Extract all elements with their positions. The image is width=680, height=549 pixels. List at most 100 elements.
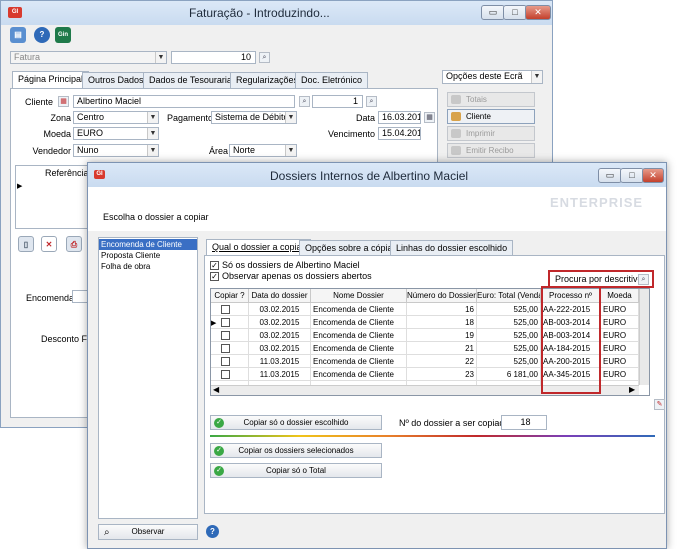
table-cell[interactable]: 525,00	[477, 329, 541, 342]
minimize-button[interactable]: ▭	[598, 168, 622, 183]
minimize-button[interactable]: ▭	[481, 5, 505, 20]
maximize-button[interactable]: □	[620, 168, 644, 183]
client-card-icon[interactable]: ▦	[58, 96, 69, 107]
emitir-recibo-button[interactable]: Emitir Recibo	[447, 143, 535, 158]
column-header[interactable]: Nome Dossier	[311, 289, 407, 303]
print-icon[interactable]: ⎙	[66, 236, 82, 252]
scroll-right-icon[interactable]: ▶	[629, 385, 635, 394]
tab-dados-tesouraria[interactable]: Dados de Tesouraria	[143, 72, 238, 88]
totais-button[interactable]: Totais	[447, 92, 535, 107]
vendedor-select[interactable]: Nuno ▼	[73, 144, 159, 157]
book-icon[interactable]: ▤	[10, 27, 26, 43]
tab-doc-eletronico[interactable]: Doc. Eletrónico	[295, 72, 369, 88]
help-icon[interactable]: ?	[206, 525, 219, 538]
column-header[interactable]: Copiar ?	[211, 289, 249, 303]
tab-pagina-principal[interactable]: Página Principal	[12, 71, 90, 88]
cliente-number-field[interactable]: 1	[312, 95, 363, 108]
pagamento-select[interactable]: Sistema de Débitos ▼	[211, 111, 297, 124]
table-cell[interactable]: 525,00	[477, 355, 541, 368]
table-cell[interactable]: 16	[407, 303, 477, 316]
cliente-field[interactable]: Albertino Maciel	[73, 95, 295, 108]
scroll-left-icon[interactable]: ◀	[213, 385, 219, 394]
table-cell[interactable]: EURO	[601, 355, 639, 368]
table-cell[interactable]: 23	[407, 368, 477, 381]
copy-cell[interactable]: ▶	[211, 316, 249, 329]
tab-opcoes-copia[interactable]: Opções sobre a cópia	[299, 240, 399, 256]
doc-type-select[interactable]: Fatura ▼	[10, 51, 167, 64]
copiar-escolhido-button[interactable]: ✓ Copiar só o dossier escolhido	[210, 415, 382, 430]
table-cell[interactable]: 22	[407, 355, 477, 368]
column-header[interactable]: Data do dossier	[249, 289, 311, 303]
tab-outros-dados[interactable]: Outros Dados	[82, 72, 150, 88]
dossier-type-list[interactable]: Encomenda de Cliente Proposta Cliente Fo…	[98, 237, 198, 519]
copy-checkbox[interactable]	[221, 357, 230, 366]
search-icon[interactable]: ⌕	[259, 52, 270, 63]
list-item[interactable]: Proposta Cliente	[99, 250, 197, 261]
table-cell[interactable]: 03.02.2015	[249, 342, 311, 355]
vertical-scrollbar[interactable]	[639, 289, 649, 385]
table-cell[interactable]: Encomenda de Cliente	[311, 303, 407, 316]
observar-button[interactable]: ⌕ Observar	[98, 524, 198, 540]
column-header[interactable]: Euro: Total (Venda)	[477, 289, 541, 303]
copy-checkbox[interactable]	[221, 370, 230, 379]
close-button[interactable]: ✕	[525, 5, 551, 20]
search-icon[interactable]: ⌕	[299, 96, 310, 107]
list-item[interactable]: Folha de obra	[99, 261, 197, 272]
table-cell[interactable]: 19	[407, 329, 477, 342]
table-cell[interactable]: EURO	[601, 329, 639, 342]
options-select[interactable]: Opções deste Ecrã ▼	[442, 70, 543, 84]
table-cell[interactable]: EURO	[601, 316, 639, 329]
close-button[interactable]: ✕	[642, 168, 664, 183]
copy-checkbox[interactable]	[221, 344, 230, 353]
table-cell[interactable]: EURO	[601, 368, 639, 381]
area-select[interactable]: Norte ▼	[229, 144, 297, 157]
search-icon[interactable]: ⌕	[366, 96, 377, 107]
table-cell[interactable]: Encomenda de Cliente	[311, 368, 407, 381]
table-cell[interactable]: 525,00	[477, 316, 541, 329]
table-cell[interactable]: 6 181,00	[477, 368, 541, 381]
table-cell[interactable]: 525,00	[477, 303, 541, 316]
column-header[interactable]: Número do Dossier	[407, 289, 477, 303]
copy-cell[interactable]	[211, 355, 249, 368]
table-cell[interactable]: Encomenda de Cliente	[311, 329, 407, 342]
table-cell[interactable]: 525,00	[477, 342, 541, 355]
copy-checkbox[interactable]	[221, 318, 230, 327]
search-icon[interactable]: ⌕	[638, 274, 649, 285]
copy-checkbox[interactable]	[221, 305, 230, 314]
zona-select[interactable]: Centro ▼	[73, 111, 159, 124]
table-cell[interactable]: Encomenda de Cliente	[311, 342, 407, 355]
gin-icon[interactable]: Gin	[55, 27, 71, 43]
doc-number-field[interactable]: 10	[171, 51, 256, 64]
moeda-select[interactable]: EURO ▼	[73, 127, 159, 140]
tab-qual-dossier[interactable]: Qual o dossier a copiar	[206, 239, 311, 256]
copiar-total-button[interactable]: ✓ Copiar só o Total	[210, 463, 382, 478]
table-cell[interactable]: EURO	[601, 303, 639, 316]
copy-cell[interactable]	[211, 342, 249, 355]
only-open-checkbox[interactable]: ✓	[210, 272, 219, 281]
vencimento-field[interactable]: 15.04.2015	[378, 127, 421, 140]
copy-cell[interactable]	[211, 329, 249, 342]
only-client-checkbox[interactable]: ✓	[210, 261, 219, 270]
copy-checkbox[interactable]	[221, 331, 230, 340]
numero-copiar-field[interactable]: 18	[501, 415, 547, 430]
data-field[interactable]: 16.03.2015	[378, 111, 421, 124]
table-cell[interactable]: 03.02.2015	[249, 303, 311, 316]
delete-icon[interactable]: ✕	[41, 236, 57, 252]
calendar-icon[interactable]: ▦	[424, 112, 435, 123]
column-header[interactable]: Moeda	[601, 289, 639, 303]
cliente-button[interactable]: Cliente	[447, 109, 535, 124]
tab-linhas-dossier[interactable]: Linhas do dossier escolhido	[390, 240, 514, 256]
table-cell[interactable]: 18	[407, 316, 477, 329]
table-cell[interactable]: 11.03.2015	[249, 368, 311, 381]
table-cell[interactable]: 03.02.2015	[249, 316, 311, 329]
list-item[interactable]: Encomenda de Cliente	[99, 239, 197, 250]
tab-regularizacoes[interactable]: Regularizações	[230, 72, 305, 88]
imprimir-button[interactable]: Imprimir	[447, 126, 535, 141]
grid-settings-icon[interactable]: ✎	[654, 399, 665, 410]
table-cell[interactable]: EURO	[601, 342, 639, 355]
maximize-button[interactable]: □	[503, 5, 527, 20]
copiar-selecionados-button[interactable]: ✓ Copiar os dossiers selecionados	[210, 443, 382, 458]
table-cell[interactable]: 21	[407, 342, 477, 355]
copy-cell[interactable]	[211, 368, 249, 381]
table-cell[interactable]: 03.02.2015	[249, 329, 311, 342]
